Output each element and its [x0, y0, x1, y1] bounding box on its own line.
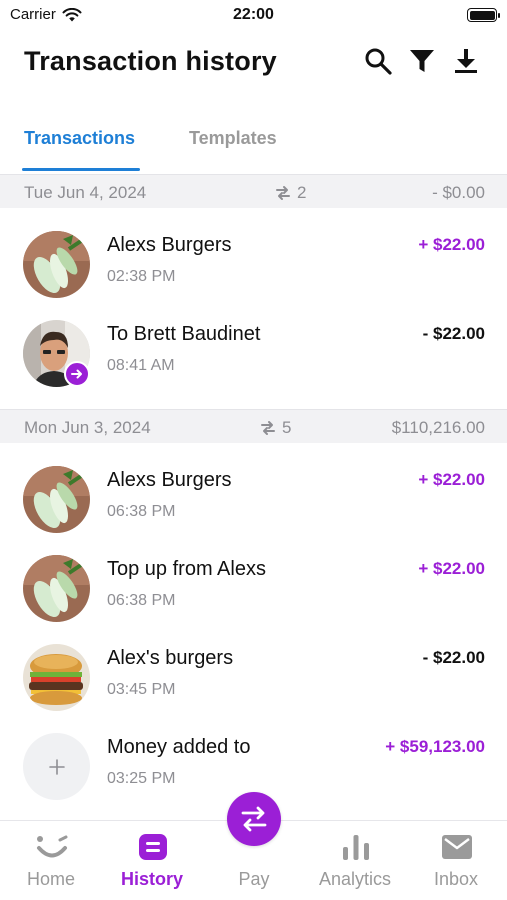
transfer-icon [261, 421, 275, 435]
active-tab-indicator [22, 168, 140, 171]
download-icon [455, 49, 477, 73]
filter-button[interactable] [407, 46, 437, 76]
header-actions [363, 46, 481, 76]
transaction-row[interactable]: To Brett Baudinet 08:41 AM - $22.00 [0, 309, 507, 393]
day-total: - $0.00 [432, 183, 485, 202]
nav-history[interactable]: History [107, 821, 197, 900]
day-transaction-count: 2 [275, 183, 306, 203]
transaction-name: Alexs Burgers [107, 234, 232, 256]
transfer-icon [241, 806, 267, 832]
transfer-icon [276, 186, 290, 200]
clock: 22:00 [233, 6, 274, 23]
transaction-amount: - $22.00 [422, 324, 485, 343]
transaction-time: 08:41 AM [107, 357, 175, 374]
day-transaction-count: 5 [260, 418, 291, 438]
bar-chart-icon [340, 831, 372, 863]
day-date: Tue Jun 4, 2024 [24, 183, 147, 202]
page-title: Transaction history [24, 46, 277, 76]
count-value: 2 [297, 183, 307, 202]
nav-analytics[interactable]: Analytics [310, 821, 400, 900]
transaction-time: 03:25 PM [107, 770, 176, 787]
add-money-avatar [23, 733, 90, 800]
transaction-time: 02:38 PM [107, 268, 176, 285]
smile-icon [36, 831, 68, 863]
history-icon [137, 831, 169, 863]
plus-icon [48, 758, 65, 775]
day-total: $110,216.00 [391, 418, 485, 437]
day-header: Tue Jun 4, 2024 2 - $0.00 [0, 174, 507, 208]
transaction-name: Alex's burgers [107, 647, 234, 669]
transaction-row[interactable]: Top up from Alexs 06:38 PM + $22.00 [0, 544, 507, 628]
header: Transaction history [0, 40, 507, 90]
download-button[interactable] [451, 46, 481, 76]
day-header: Mon Jun 3, 2024 5 $110,216.00 [0, 409, 507, 443]
tab-bar: Transactions Templates [0, 124, 507, 174]
count-value: 5 [282, 418, 292, 437]
burger-avatar [23, 644, 90, 711]
transaction-amount: + $22.00 [418, 559, 485, 578]
transaction-time: 03:45 PM [107, 681, 176, 698]
nav-inbox[interactable]: Inbox [411, 821, 501, 900]
battery-icon [467, 8, 500, 22]
transaction-name: Top up from Alexs [107, 558, 266, 580]
transaction-time: 06:38 PM [107, 592, 176, 609]
transaction-name: Money added to [107, 736, 251, 758]
nav-inbox-label: Inbox [433, 869, 479, 889]
transaction-name: Alexs Burgers [107, 469, 232, 491]
transaction-row[interactable]: Alexs Burgers 02:38 PM + $22.00 [0, 220, 507, 304]
nav-pay-label: Pay [238, 869, 270, 889]
nav-history-label: History [120, 869, 183, 889]
transfer-badge-icon [64, 361, 90, 387]
bok-choy-avatar [23, 231, 90, 298]
filter-icon [410, 50, 434, 72]
transaction-amount: - $22.00 [422, 648, 485, 667]
transaction-name: To Brett Baudinet [107, 323, 261, 345]
pay-fab-button[interactable] [227, 792, 281, 846]
status-bar: Carrier 22:00 [0, 0, 507, 32]
transaction-row[interactable]: Alexs Burgers 06:38 PM + $22.00 [0, 455, 507, 539]
nav-home[interactable]: Home [6, 821, 96, 900]
transaction-amount: + $22.00 [418, 470, 485, 489]
search-button[interactable] [363, 46, 393, 76]
search-icon [365, 48, 392, 75]
transaction-row[interactable]: Alex's burgers 03:45 PM - $22.00 [0, 633, 507, 717]
day-date: Mon Jun 3, 2024 [24, 418, 151, 437]
nav-home-label: Home [26, 869, 75, 889]
transaction-amount: + $22.00 [418, 235, 485, 254]
mail-icon [441, 831, 473, 863]
transaction-amount: + $59,123.00 [385, 737, 485, 756]
transaction-time: 06:38 PM [107, 503, 176, 520]
bok-choy-avatar [23, 466, 90, 533]
tab-templates[interactable]: Templates [189, 128, 277, 149]
tab-transactions[interactable]: Transactions [24, 128, 135, 149]
nav-analytics-label: Analytics [318, 869, 392, 889]
bok-choy-avatar [23, 555, 90, 622]
